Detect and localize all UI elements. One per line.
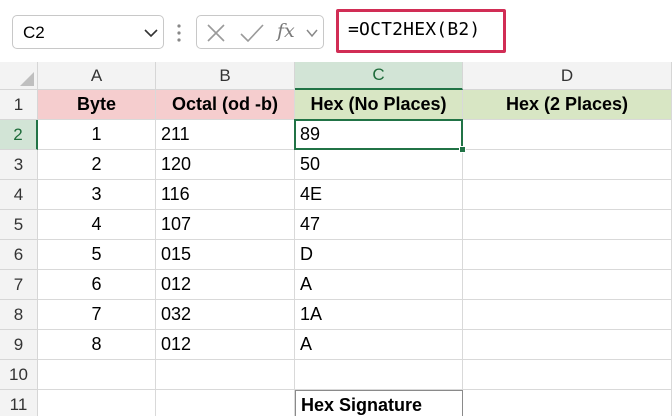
column-header-c[interactable]: C <box>295 62 463 90</box>
cell-d5[interactable] <box>463 210 672 240</box>
row-header-3[interactable]: 3 <box>0 150 38 180</box>
cell-c8[interactable]: 1A <box>295 300 463 330</box>
cell-b8[interactable]: 032 <box>156 300 295 330</box>
cell-a6[interactable]: 5 <box>38 240 156 270</box>
cell-a11[interactable] <box>38 390 156 416</box>
insert-function-button[interactable]: fx <box>277 20 295 42</box>
formula-buttons: fx <box>196 15 324 49</box>
cell-d3[interactable] <box>463 150 672 180</box>
header-cell-d[interactable]: Hex (2 Places) <box>463 90 672 120</box>
cell-b2[interactable]: 211 <box>156 120 295 150</box>
cell-d4[interactable] <box>463 180 672 210</box>
cell-b11[interactable] <box>156 390 295 416</box>
fill-handle[interactable] <box>459 146 466 153</box>
formula-text[interactable]: =OCT2HEX(B2) <box>348 19 480 40</box>
row-header-5[interactable]: 5 <box>0 210 38 240</box>
row-header-6[interactable]: 6 <box>0 240 38 270</box>
cell-b7[interactable]: 012 <box>156 270 295 300</box>
row-header-1[interactable]: 1 <box>0 90 38 120</box>
cell-c9[interactable]: A <box>295 330 463 360</box>
row-header-2[interactable]: 2 <box>0 120 38 150</box>
cell-b9[interactable]: 012 <box>156 330 295 360</box>
cell-d11[interactable] <box>463 390 672 416</box>
cell-c3[interactable]: 50 <box>295 150 463 180</box>
worksheet-grid: ABCD 1 2 3 4 5 6 7 8 9 10 11 Byte Octal (od -b) Hex … <box>0 62 672 416</box>
row-header-11[interactable]: 11 <box>0 390 38 416</box>
column-header-a[interactable]: A <box>38 62 156 90</box>
chevron-down-icon[interactable] <box>143 26 159 45</box>
header-cell-b[interactable]: Octal (od -b) <box>156 90 295 120</box>
cell-b5[interactable]: 107 <box>156 210 295 240</box>
cell-a7[interactable]: 6 <box>38 270 156 300</box>
select-all-corner[interactable] <box>0 62 38 90</box>
cell-d8[interactable] <box>463 300 672 330</box>
cell-d10[interactable] <box>463 360 672 390</box>
cell-b6[interactable]: 015 <box>156 240 295 270</box>
cell-d6[interactable] <box>463 240 672 270</box>
cell-d7[interactable] <box>463 270 672 300</box>
cell-c7[interactable]: A <box>295 270 463 300</box>
cell-b4[interactable]: 116 <box>156 180 295 210</box>
cell-a2[interactable]: 1 <box>38 120 156 150</box>
header-cell-a[interactable]: Byte <box>38 90 156 120</box>
cell-b3[interactable]: 120 <box>156 150 295 180</box>
cell-a10[interactable] <box>38 360 156 390</box>
row-header-4[interactable]: 4 <box>0 180 38 210</box>
row-header-9[interactable]: 9 <box>0 330 38 360</box>
chevron-down-icon[interactable] <box>305 26 319 45</box>
name-box[interactable]: C2 <box>12 15 164 49</box>
header-cell-c[interactable]: Hex (No Places) <box>295 90 463 120</box>
cell-c6[interactable]: D <box>295 240 463 270</box>
hex-signature-label[interactable]: Hex Signature <box>295 390 463 416</box>
cell-b10[interactable] <box>156 360 295 390</box>
cancel-icon[interactable] <box>205 22 227 49</box>
cell-c2[interactable]: 89 <box>295 120 463 150</box>
row-header-7[interactable]: 7 <box>0 270 38 300</box>
column-header-b[interactable]: B <box>156 62 295 90</box>
enter-check-icon[interactable] <box>239 22 265 49</box>
cell-d2[interactable] <box>463 120 672 150</box>
row-header-10[interactable]: 10 <box>0 360 38 390</box>
cell-c4[interactable]: 4E <box>295 180 463 210</box>
cell-a8[interactable]: 7 <box>38 300 156 330</box>
row-header-8[interactable]: 8 <box>0 300 38 330</box>
formula-bar: C2 fx =OCT2HEX(B2) <box>0 0 672 62</box>
column-header-d[interactable]: D <box>463 62 672 90</box>
cell-a9[interactable]: 8 <box>38 330 156 360</box>
cell-a5[interactable]: 4 <box>38 210 156 240</box>
cell-a3[interactable]: 2 <box>38 150 156 180</box>
cell-c10[interactable] <box>295 360 463 390</box>
cell-a4[interactable]: 3 <box>38 180 156 210</box>
cell-d9[interactable] <box>463 330 672 360</box>
select-all-triangle-icon <box>20 72 34 86</box>
cell-c5[interactable]: 47 <box>295 210 463 240</box>
more-options-icon[interactable] <box>176 22 182 49</box>
name-box-value: C2 <box>23 23 45 42</box>
